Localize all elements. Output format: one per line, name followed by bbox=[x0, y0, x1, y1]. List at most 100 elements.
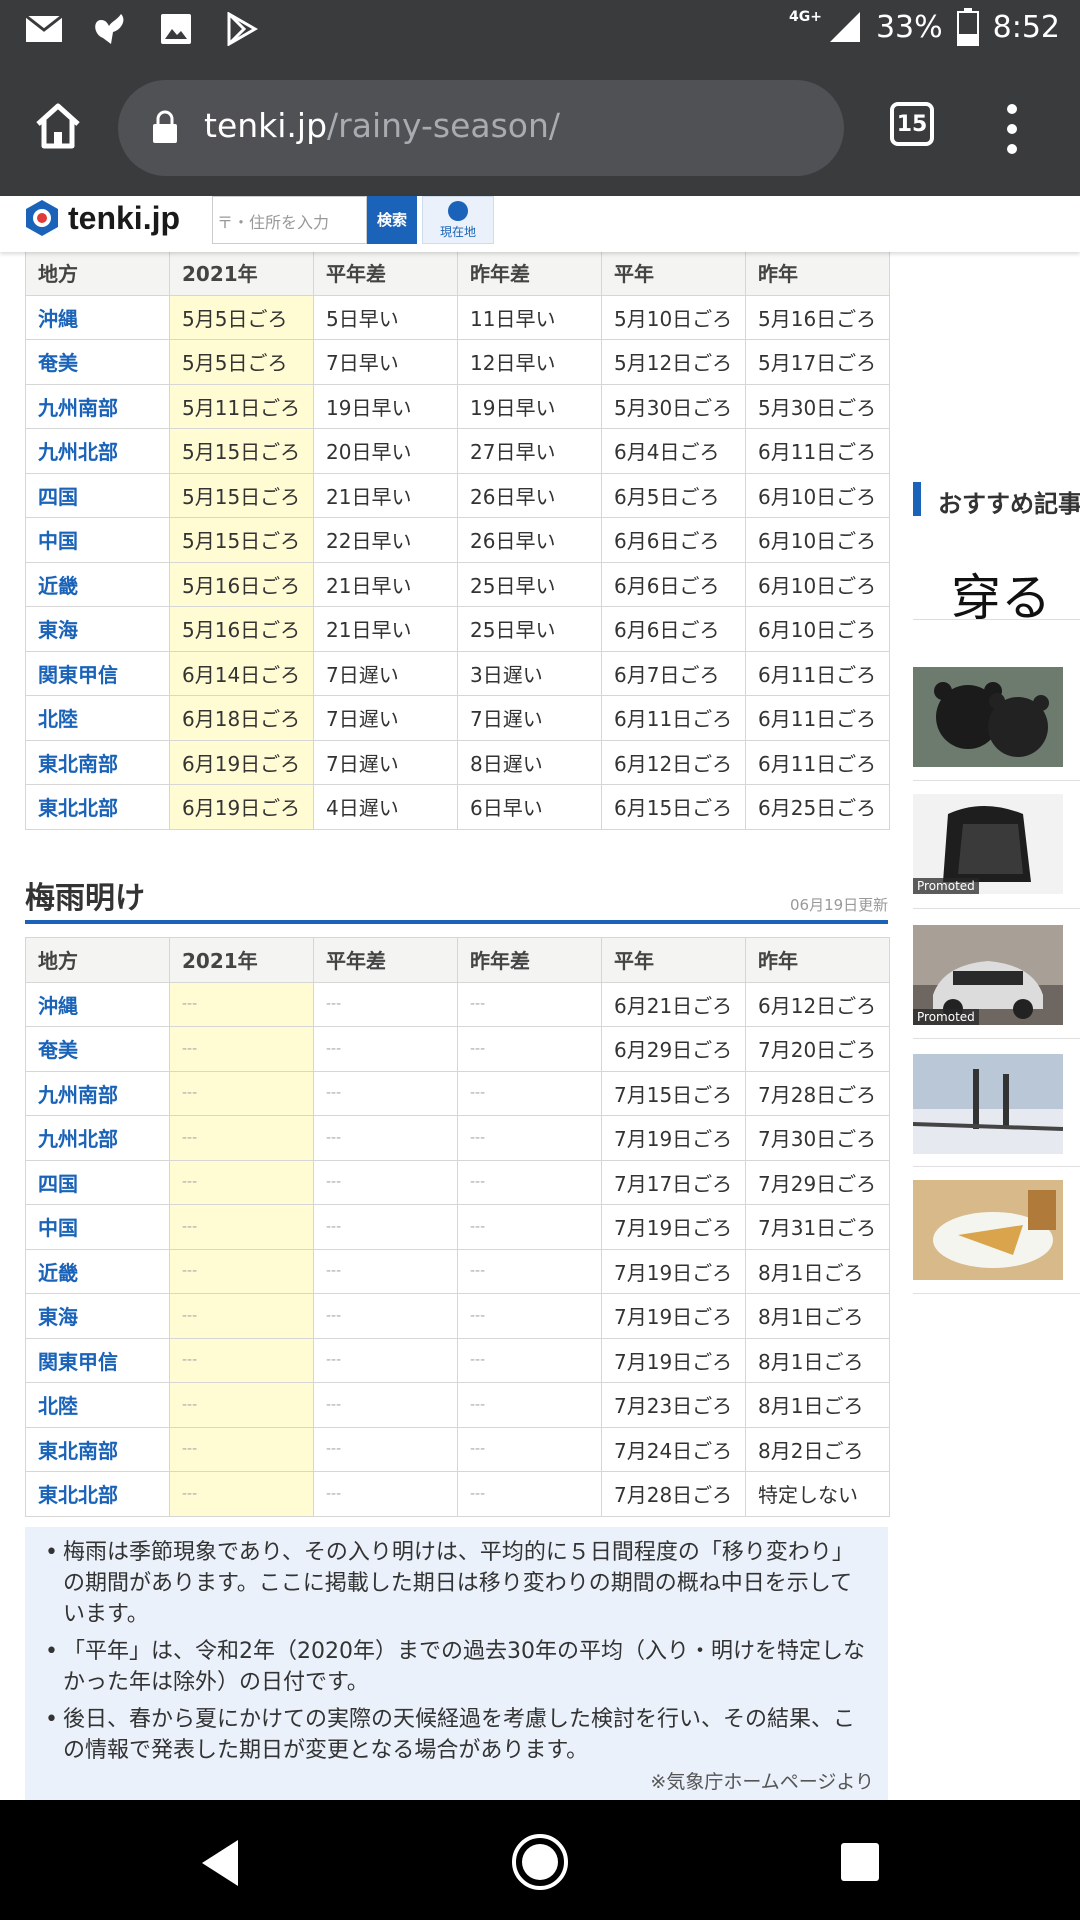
section-title: 梅雨明け bbox=[25, 881, 145, 916]
table-cell: 19日早い bbox=[313, 383, 458, 429]
source-note: ※気象庁ホームページより bbox=[650, 1771, 874, 1793]
onset-table: 地方 2021年 平年差 昨年差 平年 昨年 沖縄 5月5日ごろ 5日早い 11日早い 5月10日… bbox=[25, 250, 890, 830]
table-cell: --- bbox=[169, 1426, 314, 1472]
region-link[interactable]: 四国 bbox=[25, 1159, 170, 1205]
region-link[interactable]: 東北南部 bbox=[25, 739, 170, 785]
lock-icon bbox=[152, 110, 178, 144]
table-cell: 21日早い bbox=[313, 561, 458, 607]
table-cell: 7月15日ごろ bbox=[601, 1070, 746, 1116]
table-cell: 5月17日ごろ bbox=[745, 339, 890, 385]
recommend-thumb-promo-1[interactable]: Promoted bbox=[913, 794, 1063, 894]
table-cell: 8月1日ごろ bbox=[745, 1337, 890, 1383]
table-row: 沖縄 5月5日ごろ 5日早い 11日早い 5月10日ごろ 5月16日ごろ bbox=[25, 294, 890, 340]
feature-text: 穿る bbox=[951, 569, 1051, 627]
recommend-divider bbox=[913, 908, 1080, 909]
table-cell: --- bbox=[457, 1115, 602, 1161]
table-cell: --- bbox=[457, 1426, 602, 1472]
table-cell: 6月19日ごろ bbox=[169, 784, 314, 830]
recents-icon[interactable] bbox=[840, 1842, 880, 1882]
image-icon bbox=[156, 12, 196, 46]
region-link[interactable]: 東北南部 bbox=[25, 1426, 170, 1472]
overflow-menu-icon[interactable] bbox=[1000, 104, 1024, 154]
table-cell: 5月15日ごろ bbox=[169, 472, 314, 518]
recommend-thumb-bridge[interactable] bbox=[913, 1054, 1063, 1154]
table-row: 東北北部 6月19日ごろ 4日遅い 6日早い 6月15日ごろ 6月25日ごろ bbox=[25, 784, 890, 830]
region-link[interactable]: 北陸 bbox=[25, 1382, 170, 1428]
table-cell: --- bbox=[313, 1026, 458, 1072]
recommend-thumb-bears[interactable] bbox=[913, 667, 1063, 767]
tab-switcher-button[interactable]: 15 bbox=[890, 102, 934, 146]
table-cell: --- bbox=[313, 1115, 458, 1161]
promoted-badge: Promoted bbox=[913, 1009, 979, 1025]
region-link[interactable]: 九州北部 bbox=[25, 428, 170, 474]
clock: 8:52 bbox=[992, 9, 1060, 45]
table-cell: 6月25日ごろ bbox=[745, 784, 890, 830]
table-row: 東北南部 6月19日ごろ 7日遅い 8日遅い 6月12日ごろ 6月11日ごろ bbox=[25, 739, 890, 785]
column-header: 地方 bbox=[25, 250, 170, 296]
table-cell: --- bbox=[169, 1070, 314, 1116]
recommend-thumb-promo-2[interactable]: Promoted bbox=[913, 925, 1063, 1025]
table-cell: --- bbox=[169, 1382, 314, 1428]
table-cell: --- bbox=[457, 1070, 602, 1116]
region-link[interactable]: 沖縄 bbox=[25, 294, 170, 340]
table-cell: 特定しない bbox=[745, 1471, 890, 1517]
end-table: 地方 2021年 平年差 昨年差 平年 昨年 沖縄 --- --- --- 6月21日ごろ 6月12… bbox=[25, 937, 890, 1517]
region-link[interactable]: 東北北部 bbox=[25, 1471, 170, 1517]
region-link[interactable]: 関東甲信 bbox=[25, 650, 170, 696]
table-cell: --- bbox=[169, 1248, 314, 1294]
table-cell: --- bbox=[313, 1204, 458, 1250]
region-link[interactable]: 九州南部 bbox=[25, 1070, 170, 1116]
region-link[interactable]: 沖縄 bbox=[25, 981, 170, 1027]
table-row: 東北北部 --- --- --- 7月28日ごろ 特定しない bbox=[25, 1471, 890, 1517]
section-divider bbox=[25, 920, 888, 924]
status-bar: 4G+ 33% 8:52 bbox=[0, 0, 1080, 60]
column-header: 2021年 bbox=[169, 937, 314, 983]
note-item: 「平年」は、令和2年（2020年）までの過去30年の平均（入り・明けを特定しなか… bbox=[45, 1636, 866, 1698]
region-link[interactable]: 東北北部 bbox=[25, 784, 170, 830]
table-cell: --- bbox=[457, 1293, 602, 1339]
table-cell: 7月23日ごろ bbox=[601, 1382, 746, 1428]
region-link[interactable]: 近畿 bbox=[25, 561, 170, 607]
home-icon[interactable] bbox=[30, 98, 86, 154]
region-link[interactable]: 中国 bbox=[25, 517, 170, 563]
url-bar[interactable]: tenki.jp/rainy-season/ bbox=[118, 80, 844, 176]
table-cell: 6月11日ごろ bbox=[745, 428, 890, 474]
site-logo[interactable]: tenki.jp bbox=[22, 198, 180, 238]
table-row: 近畿 --- --- --- 7月19日ごろ 8月1日ごろ bbox=[25, 1248, 890, 1294]
region-link[interactable]: 北陸 bbox=[25, 695, 170, 741]
region-link[interactable]: 九州南部 bbox=[25, 383, 170, 429]
table-cell: 6月29日ごろ bbox=[601, 1026, 746, 1072]
recommend-feature[interactable]: 穿る bbox=[913, 538, 1080, 627]
region-link[interactable]: 四国 bbox=[25, 472, 170, 518]
region-link[interactable]: 東海 bbox=[25, 1293, 170, 1339]
table-header-row: 地方 2021年 平年差 昨年差 平年 昨年 bbox=[25, 250, 890, 296]
current-location-button[interactable]: 現在地 bbox=[422, 196, 494, 244]
column-header: 平年 bbox=[601, 937, 746, 983]
table-cell: --- bbox=[169, 1471, 314, 1517]
table-cell: --- bbox=[313, 1382, 458, 1428]
recommend-thumb-food[interactable] bbox=[913, 1180, 1063, 1280]
region-link[interactable]: 奄美 bbox=[25, 1026, 170, 1072]
system-nav-bar bbox=[0, 1800, 1080, 1920]
recommend-divider bbox=[913, 780, 1080, 781]
region-link[interactable]: 関東甲信 bbox=[25, 1337, 170, 1383]
table-cell: 6月10日ごろ bbox=[745, 472, 890, 518]
note-item: 梅雨は季節現象であり、その入り明けは、平均的に５日間程度の「移り変わり」の期間が… bbox=[45, 1537, 866, 1630]
table-cell: 5日早い bbox=[313, 294, 458, 340]
table-row: 東海 --- --- --- 7月19日ごろ 8月1日ごろ bbox=[25, 1293, 890, 1339]
region-link[interactable]: 近畿 bbox=[25, 1248, 170, 1294]
table-cell: 7月19日ごろ bbox=[601, 1293, 746, 1339]
address-search-input[interactable]: 〒・住所を入力 bbox=[212, 196, 367, 244]
region-link[interactable]: 東海 bbox=[25, 606, 170, 652]
region-link[interactable]: 奄美 bbox=[25, 339, 170, 385]
table-cell: 21日早い bbox=[313, 472, 458, 518]
table-cell: 12日早い bbox=[457, 339, 602, 385]
region-link[interactable]: 中国 bbox=[25, 1204, 170, 1250]
home-nav-icon[interactable] bbox=[510, 1832, 570, 1892]
region-link[interactable]: 九州北部 bbox=[25, 1115, 170, 1161]
table-cell: 26日早い bbox=[457, 472, 602, 518]
search-button[interactable]: 検索 bbox=[367, 196, 417, 244]
table-cell: 6月7日ごろ bbox=[601, 650, 746, 696]
back-icon[interactable] bbox=[198, 1838, 242, 1888]
table-cell: 7月30日ごろ bbox=[745, 1115, 890, 1161]
